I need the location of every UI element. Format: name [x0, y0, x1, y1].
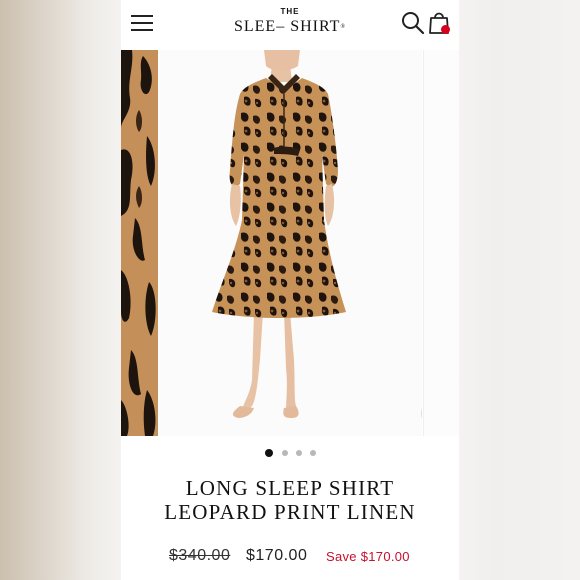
gallery-pagination — [121, 448, 459, 458]
menu-icon — [131, 15, 153, 17]
gallery-dot-4[interactable] — [310, 450, 316, 456]
logo-registered-mark: ® — [340, 24, 347, 30]
gallery-dot-2[interactable] — [282, 450, 288, 456]
leopard-print-swatch — [121, 50, 158, 436]
price-row: $340.00 $170.00 Save $170.00 — [121, 545, 459, 569]
gallery-dot-1[interactable] — [265, 449, 273, 457]
logo-top-text: THE — [280, 7, 300, 16]
original-price: $340.00 — [169, 547, 231, 564]
logo-main-text: SLEE– SHIRT® — [215, 17, 365, 37]
site-logo[interactable]: THE SLEE– SHIRT® — [215, 7, 365, 37]
previous-slide-image[interactable] — [121, 50, 158, 436]
gallery-dot-3[interactable] — [296, 450, 302, 456]
menu-icon-bar — [131, 22, 153, 24]
model-in-leopard-sleep-shirt — [160, 50, 422, 436]
zoom-button[interactable] — [421, 399, 422, 428]
sale-price: $170.00 — [246, 547, 308, 564]
next-slide-image[interactable] — [423, 50, 459, 436]
product-page: THE SLEE– SHIRT® LONG SLEEP SHIRT LEOPAR… — [121, 0, 459, 580]
menu-button[interactable] — [131, 12, 155, 34]
search-button[interactable] — [400, 10, 426, 36]
product-title: LONG SLEEP SHIRT LEOPARD PRINT LINEN — [121, 476, 459, 524]
logo-wordmark: SLEE– SHIRT — [233, 18, 341, 35]
product-title-line-1: LONG SLEEP SHIRT — [185, 476, 395, 500]
site-header: THE SLEE– SHIRT® — [121, 0, 459, 51]
cart-badge — [441, 25, 450, 34]
savings-badge: Save $170.00 — [326, 549, 410, 564]
main-product-image[interactable] — [160, 50, 422, 436]
product-gallery[interactable] — [121, 50, 459, 436]
menu-icon-bar — [131, 29, 153, 31]
search-icon — [402, 12, 425, 35]
product-title-line-2: LEOPARD PRINT LINEN — [164, 500, 416, 524]
